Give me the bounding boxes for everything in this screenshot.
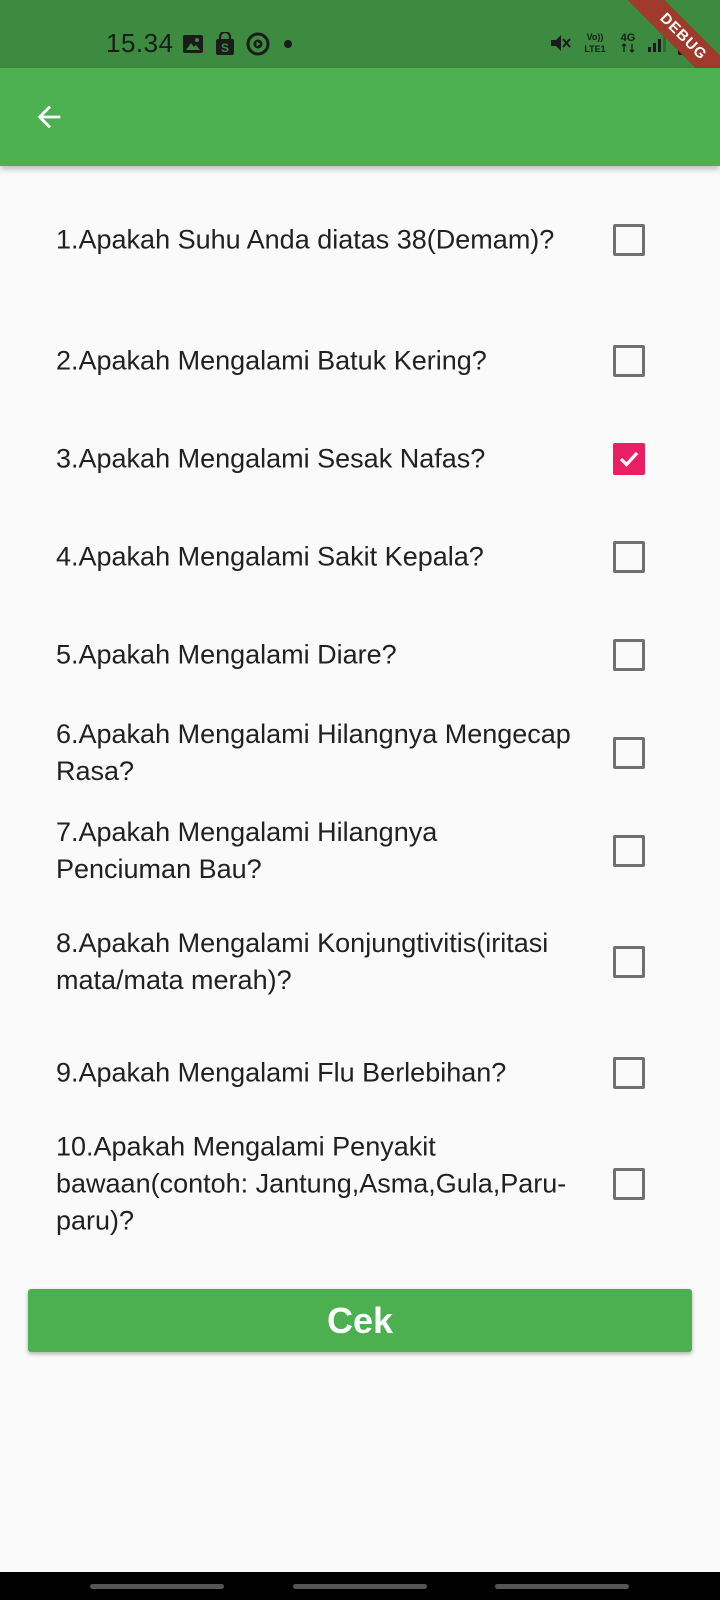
svg-text:LTE1: LTE1 — [584, 44, 605, 54]
question-row-10[interactable]: 10.Apakah Mengalami Penyakit bawaan(cont… — [0, 1122, 720, 1246]
question-checkbox[interactable] — [613, 737, 645, 769]
question-row-3[interactable]: 3.Apakah Mengalami Sesak Nafas? — [0, 410, 720, 508]
volte-icon: Vo)) LTE1 — [580, 30, 610, 61]
app-bar — [0, 68, 720, 166]
image-icon — [182, 33, 204, 60]
question-text: 8.Apakah Mengalami Konjungtivitis(iritas… — [56, 928, 549, 995]
status-icons-left: S — [182, 30, 296, 61]
question-text: 3.Apakah Mengalami Sesak Nafas? — [56, 443, 486, 474]
nav-back-button[interactable] — [495, 1584, 629, 1589]
svg-text:S: S — [221, 41, 229, 55]
nav-recents-button[interactable] — [90, 1584, 224, 1589]
question-row-8[interactable]: 8.Apakah Mengalami Konjungtivitis(iritas… — [0, 900, 720, 1024]
system-nav-bar — [0, 1572, 720, 1600]
question-text: 4.Apakah Mengalami Sakit Kepala? — [56, 541, 484, 572]
question-checkbox[interactable] — [613, 443, 645, 475]
question-checkbox[interactable] — [613, 639, 645, 671]
question-text: 5.Apakah Mengalami Diare? — [56, 639, 397, 670]
question-text: 6.Apakah Mengalami Hilangnya Mengecap Ra… — [56, 719, 571, 786]
question-row-7[interactable]: 7.Apakah Mengalami Hilangnya Penciuman B… — [0, 802, 720, 900]
back-button[interactable] — [24, 92, 74, 142]
mute-icon — [548, 31, 572, 60]
check-icon — [619, 451, 639, 467]
svg-text:Vo)): Vo)) — [587, 32, 604, 42]
question-checkbox[interactable] — [613, 1168, 645, 1200]
question-checkbox[interactable] — [613, 224, 645, 256]
cek-button[interactable]: Cek — [28, 1289, 692, 1352]
status-time: 15.34 — [106, 28, 174, 58]
question-checkbox[interactable] — [613, 541, 645, 573]
circle-play-icon — [246, 32, 270, 61]
question-row-9[interactable]: 9.Apakah Mengalami Flu Berlebihan? — [0, 1024, 720, 1122]
question-row-5[interactable]: 5.Apakah Mengalami Diare? — [0, 606, 720, 704]
arrow-back-icon — [37, 105, 61, 129]
question-text: 10.Apakah Mengalami Penyakit bawaan(cont… — [56, 1131, 567, 1236]
dot-icon — [280, 36, 296, 57]
question-checkbox[interactable] — [613, 1057, 645, 1089]
question-text: 9.Apakah Mengalami Flu Berlebihan? — [56, 1057, 507, 1088]
shopping-bag-icon: S — [214, 30, 236, 61]
question-row-1[interactable]: 1.Apakah Suhu Anda diatas 38(Demam)? — [0, 168, 720, 312]
status-bar: 15.34 S Vo)) LTE1 4G DEBUG — [0, 0, 720, 100]
question-text: 2.Apakah Mengalami Batuk Kering? — [56, 345, 487, 376]
question-text: 1.Apakah Suhu Anda diatas 38(Demam)? — [56, 224, 555, 255]
question-row-6[interactable]: 6.Apakah Mengalami Hilangnya Mengecap Ra… — [0, 704, 720, 802]
question-row-4[interactable]: 4.Apakah Mengalami Sakit Kepala? — [0, 508, 720, 606]
question-checkbox[interactable] — [613, 835, 645, 867]
question-checkbox[interactable] — [613, 345, 645, 377]
question-row-2[interactable]: 2.Apakah Mengalami Batuk Kering? — [0, 312, 720, 410]
nav-home-button[interactable] — [293, 1584, 427, 1589]
question-checkbox[interactable] — [613, 946, 645, 978]
question-text: 7.Apakah Mengalami Hilangnya Penciuman B… — [56, 817, 438, 884]
